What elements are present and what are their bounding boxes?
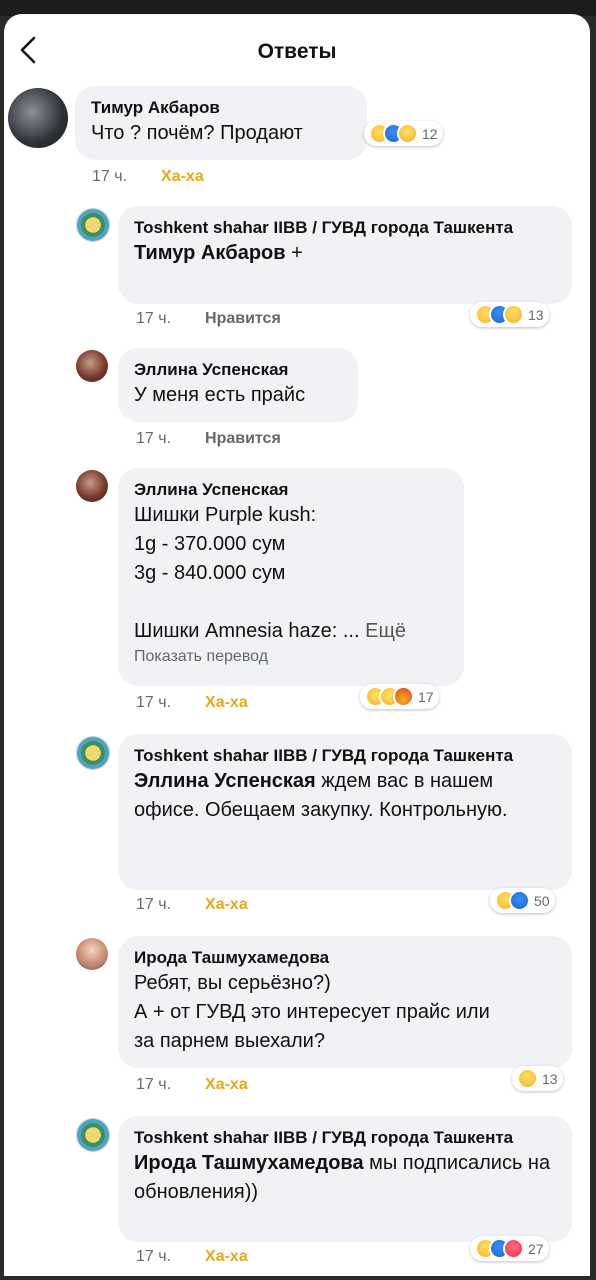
header: Ответы bbox=[4, 14, 590, 84]
angry-icon bbox=[393, 686, 414, 707]
comment-author[interactable]: Toshkent shahar IIBB / ГУВД города Ташке… bbox=[134, 1126, 556, 1149]
comment-author[interactable]: Ирода Ташмухамедова bbox=[134, 946, 556, 969]
comment-meta: 17 ч. Нравится bbox=[136, 430, 281, 448]
like-icon bbox=[509, 890, 530, 911]
comment-line: Шишки Amnesia haze: ... bbox=[134, 620, 360, 642]
comment-bubble[interactable]: Эллина Успенская Шишки Purple kush: 1g -… bbox=[118, 468, 464, 686]
comment-time: 17 ч. bbox=[136, 694, 172, 711]
comment-author[interactable]: Тимур Акбаров bbox=[91, 96, 351, 119]
react-action[interactable]: Ха-ха bbox=[205, 896, 248, 913]
avatar[interactable] bbox=[76, 350, 108, 382]
comment-author[interactable]: Эллина Успенская bbox=[134, 358, 342, 381]
reaction-count: 12 bbox=[422, 125, 438, 142]
react-action[interactable]: Ха-ха bbox=[161, 168, 204, 185]
reaction-summary[interactable]: 27 bbox=[470, 1236, 549, 1261]
react-action[interactable]: Ха-ха bbox=[205, 1076, 248, 1093]
comment-time: 17 ч. bbox=[136, 430, 172, 447]
comment-line: А + от ГУВД это интересует прайс или bbox=[134, 1001, 490, 1023]
reaction-count: 27 bbox=[528, 1240, 544, 1257]
comment-line: Ребят, вы серьёзно?) bbox=[134, 972, 331, 994]
avatar[interactable] bbox=[76, 208, 110, 242]
comment-bubble[interactable]: Toshkent shahar IIBB / ГУВД города Ташке… bbox=[118, 734, 572, 890]
reaction-summary[interactable]: 13 bbox=[512, 1066, 563, 1091]
comment-bubble[interactable]: Toshkent shahar IIBB / ГУВД города Ташке… bbox=[118, 1116, 572, 1242]
reaction-count: 13 bbox=[542, 1070, 558, 1087]
react-action[interactable]: Ха-ха bbox=[205, 694, 248, 711]
comment-time: 17 ч. bbox=[136, 1248, 172, 1265]
reaction-summary[interactable]: 13 bbox=[470, 302, 549, 327]
wow-icon bbox=[503, 304, 524, 325]
comment-time: 17 ч. bbox=[136, 310, 172, 327]
react-action[interactable]: Ха-ха bbox=[205, 1248, 248, 1265]
comment-meta: 17 ч. Ха-ха bbox=[136, 1248, 248, 1266]
comment-text: Что ? почём? Продают bbox=[91, 122, 303, 144]
comment-meta: 17 ч. Ха-ха bbox=[136, 1076, 248, 1094]
comment-bubble[interactable]: Toshkent shahar IIBB / ГУВД города Ташке… bbox=[118, 206, 572, 304]
avatar[interactable] bbox=[76, 736, 110, 770]
comment-author[interactable]: Toshkent shahar IIBB / ГУВД города Ташке… bbox=[134, 216, 556, 239]
comment-line: 1g - 370.000 сум bbox=[134, 533, 286, 555]
see-more-link[interactable]: Ещё bbox=[365, 620, 406, 642]
comment-time: 17 ч. bbox=[136, 896, 172, 913]
avatar[interactable] bbox=[76, 938, 108, 970]
comment-meta: 17 ч. Нравится bbox=[136, 310, 281, 328]
comment-text: + bbox=[285, 242, 303, 264]
react-action[interactable]: Нравится bbox=[205, 310, 281, 327]
replies-screen: Ответы Тимур Акбаров Что ? почём? Продаю… bbox=[4, 14, 590, 1276]
mention-link[interactable]: Ирода Ташмухамедова bbox=[134, 1152, 364, 1174]
comment-meta: 17 ч. Ха-ха bbox=[92, 168, 204, 186]
reaction-summary[interactable]: 17 bbox=[360, 684, 439, 709]
comment-line bbox=[134, 588, 448, 617]
comment-line: 3g - 840.000 сум bbox=[134, 562, 286, 584]
comment-text: У меня есть прайс bbox=[134, 384, 306, 406]
mention-link[interactable]: Тимур Акбаров bbox=[134, 242, 286, 264]
comment-meta: 17 ч. Ха-ха bbox=[136, 694, 248, 712]
comment-line: за парнем выехали? bbox=[134, 1030, 325, 1052]
comment-bubble[interactable]: Эллина Успенская У меня есть прайс bbox=[118, 348, 358, 422]
love-icon bbox=[503, 1238, 524, 1259]
react-action[interactable]: Нравится bbox=[205, 430, 281, 447]
comment-time: 17 ч. bbox=[92, 168, 128, 185]
mention-link[interactable]: Эллина Успенская bbox=[134, 770, 316, 792]
comment-bubble[interactable]: Ирода Ташмухамедова Ребят, вы серьёзно?)… bbox=[118, 936, 572, 1068]
comment-bubble[interactable]: Тимур Акбаров Что ? почём? Продают bbox=[75, 86, 367, 160]
show-translation-link[interactable]: Показать перевод bbox=[134, 648, 448, 666]
reaction-count: 50 bbox=[534, 892, 550, 909]
avatar[interactable] bbox=[76, 1118, 110, 1152]
reaction-summary[interactable]: 12 bbox=[364, 121, 443, 146]
comment-meta: 17 ч. Ха-ха bbox=[136, 896, 248, 914]
comment-author[interactable]: Toshkent shahar IIBB / ГУВД города Ташке… bbox=[134, 744, 556, 767]
reaction-count: 13 bbox=[528, 306, 544, 323]
comment-line: Шишки Purple kush: bbox=[134, 504, 317, 526]
avatar[interactable] bbox=[8, 88, 68, 148]
reaction-count: 17 bbox=[418, 688, 434, 705]
haha-icon bbox=[517, 1068, 538, 1089]
reaction-summary[interactable]: 50 bbox=[490, 888, 555, 913]
comment-author[interactable]: Эллина Успенская bbox=[134, 478, 448, 501]
avatar[interactable] bbox=[76, 470, 108, 502]
wow-icon bbox=[397, 123, 418, 144]
comment-time: 17 ч. bbox=[136, 1076, 172, 1093]
page-title: Ответы bbox=[257, 40, 337, 63]
